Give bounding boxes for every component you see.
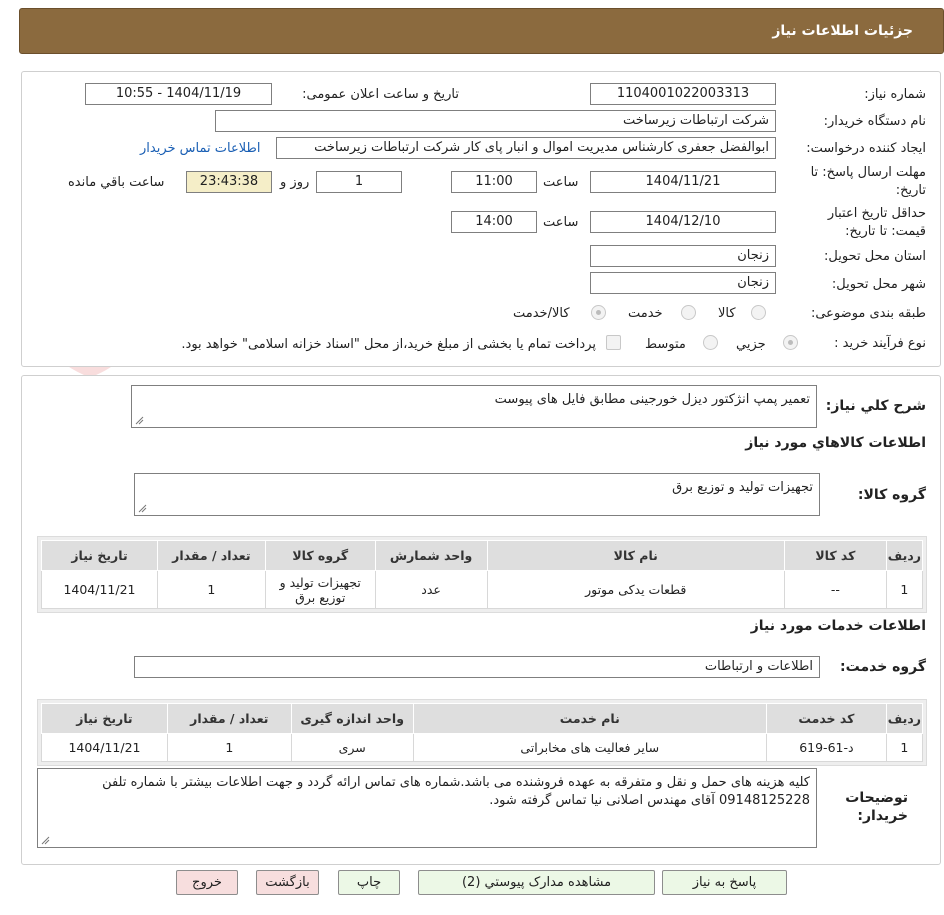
treasury-payment-note: پرداخت تمام یا بخشی از مبلغ خرید،از محل …: [181, 337, 596, 352]
reply-time-label: ساعت: [543, 175, 579, 190]
cell-unit: سری: [290, 733, 414, 762]
buyer-notes-label-2: خریدار:: [857, 808, 908, 824]
page-title: جزئیات اطلاعات نیاز: [772, 23, 913, 39]
col-service-name: نام خدمت: [412, 703, 767, 734]
category-option-goods-service: کالا/خدمت: [513, 306, 570, 321]
goods-table-wrapper: رديف کد کالا نام کالا واحد شمارش گروه کا…: [37, 536, 927, 613]
exit-button[interactable]: خروج: [176, 870, 238, 895]
service-group-field: اطلاعات و ارتباطات: [134, 656, 820, 678]
back-button[interactable]: بازگشت: [256, 870, 319, 895]
services-section-title: اطلاعات خدمات مورد نياز: [750, 618, 926, 634]
category-option-goods: کالا: [718, 306, 736, 321]
col-need-date: تاريخ نياز: [41, 540, 158, 571]
process-option-medium: متوسط: [645, 337, 686, 352]
cell-code: --: [783, 570, 887, 609]
countdown-timer: 23:43:38: [186, 171, 272, 193]
category-radio-goods-service[interactable]: [591, 305, 606, 320]
category-radio-goods[interactable]: [751, 305, 766, 320]
attachments-button[interactable]: مشاهده مدارک پیوستي (2): [418, 870, 655, 895]
announce-date-label: تاریخ و ساعت اعلان عمومی:: [302, 87, 459, 102]
services-table: رديف کد خدمت نام خدمت واحد اندازه گیری ت…: [41, 703, 924, 762]
creator-label: ایجاد کننده درخواست:: [806, 141, 926, 156]
table-row: 1 د-61-619 سایر فعالیت های مخابراتی سری …: [41, 733, 924, 762]
resize-grip-icon[interactable]: [135, 416, 144, 425]
goods-group-label: گروه کالا:: [857, 487, 926, 503]
need-number-field: 1104001022003313: [590, 83, 776, 105]
col-row: رديف: [885, 540, 924, 571]
description-text: تعمیر پمپ انژکتور دیزل خورجینی مطابق فای…: [494, 392, 810, 407]
col-goods-code: کد کالا: [783, 540, 887, 571]
description-textarea[interactable]: تعمیر پمپ انژکتور دیزل خورجینی مطابق فای…: [131, 385, 817, 428]
col-service-code: کد خدمت: [765, 703, 887, 734]
creator-field: ابوالفضل جعفری کارشناس مدیریت اموال و ان…: [276, 137, 776, 159]
days-remaining-field: 1: [316, 171, 402, 193]
validity-label-2: قیمت: تا تاریخ:: [845, 224, 926, 239]
service-group-label: گروه خدمت:: [840, 659, 926, 675]
col-quantity: تعداد / مقدار: [156, 540, 266, 571]
treasury-payment-checkbox[interactable]: [606, 335, 621, 350]
province-field: زنجان: [590, 245, 776, 267]
reply-button[interactable]: پاسخ به نیاز: [662, 870, 787, 895]
services-table-header: رديف کد خدمت نام خدمت واحد اندازه گیری ت…: [41, 703, 924, 734]
goods-table-header: رديف کد کالا نام کالا واحد شمارش گروه کا…: [41, 540, 924, 571]
resize-grip-icon[interactable]: [138, 504, 147, 513]
col-unit: واحد شمارش: [374, 540, 488, 571]
goods-section-title: اطلاعات کالاهاي مورد نياز: [745, 435, 926, 451]
buyer-org-label: نام دستگاه خریدار:: [823, 114, 926, 129]
process-type-label: نوع فرآیند خرید :: [834, 336, 926, 351]
city-field: زنجان: [590, 272, 776, 294]
category-option-service: خدمت: [628, 306, 663, 321]
col-need-date: تاريخ نياز: [41, 703, 168, 734]
category-label: طبقه بندی موضوعی:: [810, 306, 926, 321]
cell-unit: عدد: [374, 570, 488, 609]
buyer-notes-textarea[interactable]: کلیه هزینه های حمل و نقل و متفرقه به عهد…: [37, 768, 817, 848]
reply-deadline-label-2: تاریخ:: [895, 183, 926, 198]
cell-group: تجهیزات تولید و توزیع برق: [264, 570, 376, 609]
city-label: شهر محل تحویل:: [831, 277, 926, 292]
process-radio-medium[interactable]: [703, 335, 718, 350]
col-goods-group: گروه کالا: [264, 540, 376, 571]
reply-time-field: 11:00: [451, 171, 537, 193]
validity-time-field: 14:00: [451, 211, 537, 233]
validity-date-field: 1404/12/10: [590, 211, 776, 233]
buyer-notes-label: توضیحات: [845, 790, 908, 806]
category-radio-service[interactable]: [681, 305, 696, 320]
province-label: استان محل تحویل:: [824, 249, 926, 264]
col-quantity: تعداد / مقدار: [166, 703, 292, 734]
cell-row: 1: [885, 733, 924, 762]
print-button[interactable]: چاپ: [338, 870, 400, 895]
buyer-org-field: شرکت ارتباطات زیرساخت: [215, 110, 776, 132]
process-option-minor: جزيي: [736, 337, 766, 352]
resize-grip-icon[interactable]: [41, 836, 50, 845]
buyer-contact-link[interactable]: اطلاعات تماس خریدار: [140, 141, 260, 156]
reply-deadline-label: مهلت ارسال پاسخ: تا: [810, 165, 926, 180]
table-row: 1 -- قطعات یدکی موتور عدد تجهیزات تولید …: [41, 570, 924, 609]
buyer-notes-text: کلیه هزینه های حمل و نقل و متفرقه به عهد…: [102, 775, 810, 808]
col-row: رديف: [885, 703, 924, 734]
cell-qty: 1: [166, 733, 292, 762]
cell-code: د-61-619: [765, 733, 887, 762]
page-header: جزئیات اطلاعات نیاز: [19, 8, 944, 54]
cell-qty: 1: [156, 570, 266, 609]
announce-date-field: 1404/11/19 - 10:55: [85, 83, 272, 105]
cell-name: قطعات یدکی موتور: [486, 570, 785, 609]
goods-group-text: تجهیزات تولید و توزیع برق: [672, 480, 813, 495]
col-measure-unit: واحد اندازه گیری: [290, 703, 414, 734]
cell-row: 1: [885, 570, 924, 609]
need-number-label: شماره نیاز:: [864, 87, 926, 102]
validity-time-label: ساعت: [543, 215, 579, 230]
days-label: روز و: [280, 175, 310, 190]
cell-date: 1404/11/21: [41, 570, 158, 609]
remaining-label: ساعت باقي مانده: [68, 175, 165, 190]
description-label: شرح کلي نياز:: [825, 398, 926, 414]
process-radio-minor[interactable]: [783, 335, 798, 350]
goods-group-textarea[interactable]: تجهیزات تولید و توزیع برق: [134, 473, 820, 516]
cell-name: سایر فعالیت های مخابراتی: [412, 733, 767, 762]
reply-date-field: 1404/11/21: [590, 171, 776, 193]
services-table-wrapper: رديف کد خدمت نام خدمت واحد اندازه گیری ت…: [37, 699, 927, 766]
cell-date: 1404/11/21: [41, 733, 168, 762]
goods-table: رديف کد کالا نام کالا واحد شمارش گروه کا…: [41, 540, 924, 609]
validity-label: حداقل تاریخ اعتبار: [827, 206, 926, 221]
col-goods-name: نام کالا: [486, 540, 785, 571]
